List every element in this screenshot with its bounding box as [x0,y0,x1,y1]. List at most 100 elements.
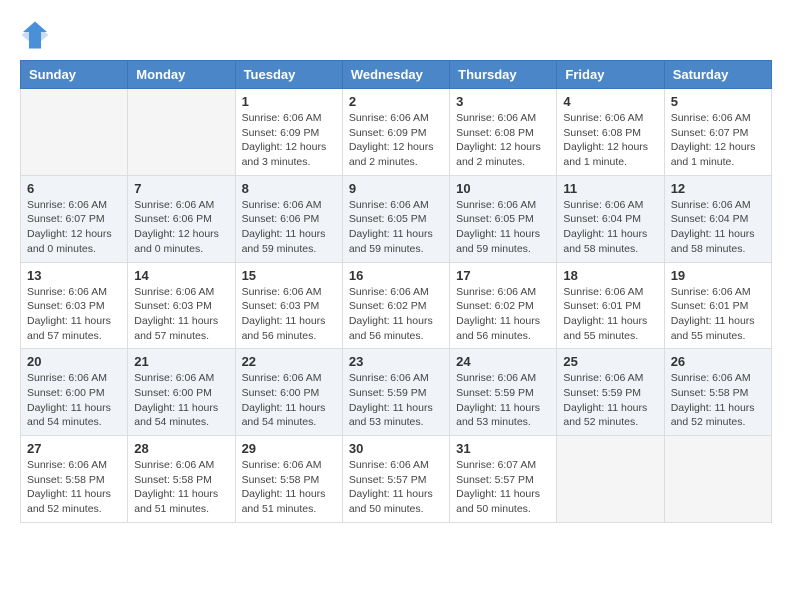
day-number: 27 [27,441,121,456]
day-number: 30 [349,441,443,456]
day-info: Sunrise: 6:06 AM Sunset: 5:59 PM Dayligh… [349,371,443,430]
calendar-day-cell: 15Sunrise: 6:06 AM Sunset: 6:03 PM Dayli… [235,262,342,349]
calendar-day-cell: 11 Sunrise: 6:06 AM Sunset: 6:04 PM Dayli… [557,175,664,262]
day-info: Sunrise: 6:06 AM Sunset: 6:07 PM Dayligh… [671,111,765,170]
day-info: Sunrise: 6:06 AM Sunset: 6:06 PM Dayligh… [242,198,336,257]
calendar-day-cell: 20 Sunrise: 6:06 AM Sunset: 6:00 PM Dayli… [21,349,128,436]
day-info: Sunrise: 6:06 AM Sunset: 6:00 PM Dayligh… [242,371,336,430]
calendar-header-row: SundayMondayTuesdayWednesdayThursdayFrid… [21,61,772,89]
day-number: 22 [242,354,336,369]
day-number: 12 [671,181,765,196]
day-number: 3 [456,94,550,109]
calendar-day-cell: 28Sunrise: 6:06 AM Sunset: 5:58 PM Dayli… [128,436,235,523]
weekday-header-sunday: Sunday [21,61,128,89]
day-info: Sunrise: 6:06 AM Sunset: 6:05 PM Dayligh… [349,198,443,257]
day-info: Sunrise: 6:06 AM Sunset: 6:03 PM Dayligh… [242,285,336,344]
weekday-header-thursday: Thursday [450,61,557,89]
day-info: Sunrise: 6:06 AM Sunset: 6:03 PM Dayligh… [134,285,228,344]
day-info: Sunrise: 6:06 AM Sunset: 5:58 PM Dayligh… [27,458,121,517]
day-info: Sunrise: 6:06 AM Sunset: 6:05 PM Dayligh… [456,198,550,257]
calendar-day-cell: 22 Sunrise: 6:06 AM Sunset: 6:00 PM Dayli… [235,349,342,436]
day-info: Sunrise: 6:06 AM Sunset: 6:06 PM Dayligh… [134,198,228,257]
calendar-day-cell: 24 Sunrise: 6:06 AM Sunset: 5:59 PM Dayli… [450,349,557,436]
weekday-header-tuesday: Tuesday [235,61,342,89]
calendar-day-cell: 27 Sunrise: 6:06 AM Sunset: 5:58 PM Dayli… [21,436,128,523]
calendar-day-cell: 30 Sunrise: 6:06 AM Sunset: 5:57 PM Dayli… [342,436,449,523]
day-info: Sunrise: 6:06 AM Sunset: 6:00 PM Dayligh… [134,371,228,430]
calendar-day-cell: 25Sunrise: 6:06 AM Sunset: 5:59 PM Dayli… [557,349,664,436]
calendar-empty-cell [664,436,771,523]
day-info: Sunrise: 6:06 AM Sunset: 5:58 PM Dayligh… [671,371,765,430]
calendar-day-cell: 31 Sunrise: 6:07 AM Sunset: 5:57 PM Dayli… [450,436,557,523]
day-number: 1 [242,94,336,109]
calendar-day-cell: 3Sunrise: 6:06 AM Sunset: 6:08 PM Daylig… [450,89,557,176]
day-number: 11 [563,181,657,196]
day-info: Sunrise: 6:06 AM Sunset: 6:09 PM Dayligh… [349,111,443,170]
calendar-day-cell: 13 Sunrise: 6:06 AM Sunset: 6:03 PM Dayli… [21,262,128,349]
day-number: 28 [134,441,228,456]
day-number: 4 [563,94,657,109]
weekday-header-friday: Friday [557,61,664,89]
calendar-day-cell: 14 Sunrise: 6:06 AM Sunset: 6:03 PM Dayli… [128,262,235,349]
day-info: Sunrise: 6:07 AM Sunset: 5:57 PM Dayligh… [456,458,550,517]
day-info: Sunrise: 6:06 AM Sunset: 6:02 PM Dayligh… [456,285,550,344]
day-info: Sunrise: 6:06 AM Sunset: 6:02 PM Dayligh… [349,285,443,344]
day-info: Sunrise: 6:06 AM Sunset: 5:59 PM Dayligh… [456,371,550,430]
logo-icon [20,20,50,50]
calendar-day-cell: 6Sunrise: 6:06 AM Sunset: 6:07 PM Daylig… [21,175,128,262]
day-info: Sunrise: 6:06 AM Sunset: 5:58 PM Dayligh… [242,458,336,517]
day-info: Sunrise: 6:06 AM Sunset: 6:03 PM Dayligh… [27,285,121,344]
day-info: Sunrise: 6:06 AM Sunset: 6:04 PM Dayligh… [671,198,765,257]
day-number: 9 [349,181,443,196]
day-number: 10 [456,181,550,196]
logo [20,20,54,50]
calendar-day-cell: 8 Sunrise: 6:06 AM Sunset: 6:06 PM Daylig… [235,175,342,262]
calendar-week-row: 27 Sunrise: 6:06 AM Sunset: 5:58 PM Dayli… [21,436,772,523]
day-number: 16 [349,268,443,283]
calendar-week-row: 20 Sunrise: 6:06 AM Sunset: 6:00 PM Dayli… [21,349,772,436]
day-info: Sunrise: 6:06 AM Sunset: 6:07 PM Dayligh… [27,198,121,257]
day-number: 20 [27,354,121,369]
calendar-day-cell: 12 Sunrise: 6:06 AM Sunset: 6:04 PM Dayli… [664,175,771,262]
day-number: 7 [134,181,228,196]
day-info: Sunrise: 6:06 AM Sunset: 6:09 PM Dayligh… [242,111,336,170]
weekday-header-monday: Monday [128,61,235,89]
day-info: Sunrise: 6:06 AM Sunset: 5:57 PM Dayligh… [349,458,443,517]
day-number: 18 [563,268,657,283]
day-number: 21 [134,354,228,369]
day-number: 19 [671,268,765,283]
calendar-week-row: 6Sunrise: 6:06 AM Sunset: 6:07 PM Daylig… [21,175,772,262]
day-info: Sunrise: 6:06 AM Sunset: 6:08 PM Dayligh… [563,111,657,170]
day-number: 26 [671,354,765,369]
day-number: 8 [242,181,336,196]
calendar-day-cell: 26 Sunrise: 6:06 AM Sunset: 5:58 PM Dayli… [664,349,771,436]
calendar-week-row: 1 Sunrise: 6:06 AM Sunset: 6:09 PM Daylig… [21,89,772,176]
day-number: 14 [134,268,228,283]
day-info: Sunrise: 6:06 AM Sunset: 5:59 PM Dayligh… [563,371,657,430]
calendar-week-row: 13 Sunrise: 6:06 AM Sunset: 6:03 PM Dayli… [21,262,772,349]
day-number: 23 [349,354,443,369]
page-header [20,20,772,50]
day-number: 24 [456,354,550,369]
calendar-empty-cell [557,436,664,523]
day-number: 13 [27,268,121,283]
calendar-day-cell: 2 Sunrise: 6:06 AM Sunset: 6:09 PM Daylig… [342,89,449,176]
calendar-day-cell: 7 Sunrise: 6:06 AM Sunset: 6:06 PM Daylig… [128,175,235,262]
calendar-day-cell: 17Sunrise: 6:06 AM Sunset: 6:02 PM Dayli… [450,262,557,349]
day-number: 5 [671,94,765,109]
weekday-header-saturday: Saturday [664,61,771,89]
calendar-empty-cell [21,89,128,176]
day-number: 31 [456,441,550,456]
calendar-table: SundayMondayTuesdayWednesdayThursdayFrid… [20,60,772,523]
calendar-day-cell: 21 Sunrise: 6:06 AM Sunset: 6:00 PM Dayli… [128,349,235,436]
calendar-day-cell: 5 Sunrise: 6:06 AM Sunset: 6:07 PM Daylig… [664,89,771,176]
day-info: Sunrise: 6:06 AM Sunset: 6:04 PM Dayligh… [563,198,657,257]
calendar-day-cell: 23 Sunrise: 6:06 AM Sunset: 5:59 PM Dayli… [342,349,449,436]
day-number: 2 [349,94,443,109]
calendar-day-cell: 4 Sunrise: 6:06 AM Sunset: 6:08 PM Daylig… [557,89,664,176]
calendar-day-cell: 16 Sunrise: 6:06 AM Sunset: 6:02 PM Dayli… [342,262,449,349]
day-number: 29 [242,441,336,456]
weekday-header-wednesday: Wednesday [342,61,449,89]
calendar-day-cell: 1 Sunrise: 6:06 AM Sunset: 6:09 PM Daylig… [235,89,342,176]
day-info: Sunrise: 6:06 AM Sunset: 6:00 PM Dayligh… [27,371,121,430]
